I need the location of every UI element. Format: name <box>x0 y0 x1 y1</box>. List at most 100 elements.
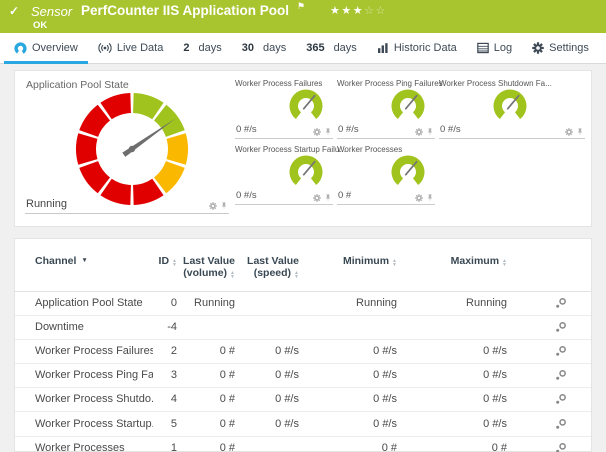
col-maximum[interactable]: Maximum▲▼ <box>397 239 507 292</box>
gear-icon[interactable] <box>313 128 321 136</box>
pin-icon[interactable] <box>426 128 434 136</box>
tab-label: Historic Data <box>394 42 457 54</box>
cell-minimum <box>299 316 397 340</box>
col-channel[interactable]: Channel▼ <box>15 239 153 292</box>
gear-icon[interactable] <box>565 128 573 136</box>
sort-desc-icon: ▼ <box>81 257 87 264</box>
cell-channel: Worker Process Startup... <box>15 412 153 436</box>
cell-maximum: 0 # <box>397 436 507 452</box>
tab-30-days[interactable]: 30 days <box>232 33 297 63</box>
sort-icon: ▲▼ <box>392 259 397 267</box>
small-gauge-value: 0 #/s <box>440 124 461 135</box>
broadcast-icon <box>98 42 112 54</box>
cell-id: -4 <box>153 316 177 340</box>
gear-icon[interactable] <box>415 194 423 202</box>
table-row: Worker Processes 1 0 # 0 # 0 # <box>15 436 591 452</box>
pin-icon[interactable] <box>324 194 332 202</box>
tab-label: days <box>263 42 286 54</box>
tab-2-days[interactable]: 2 days <box>173 33 231 63</box>
gauge-icon <box>14 42 27 55</box>
col-id[interactable]: ID▲▼ <box>153 239 177 292</box>
priority-flag-icon: ⚑ <box>297 1 305 12</box>
pin-icon[interactable] <box>576 128 584 136</box>
small-gauge-title: Worker Process Shutdown Fa... <box>439 77 585 88</box>
table-row: Worker Process Ping Fa... 3 0 # 0 #/s 0 … <box>15 364 591 388</box>
table-row: Worker Process Shutdo... 4 0 # 0 #/s 0 #… <box>15 388 591 412</box>
main-gauge-block: Application Pool State Running <box>23 77 231 220</box>
cell-id: 3 <box>153 364 177 388</box>
small-gauge-tile: Worker Process Failures 0 #/s <box>235 77 333 139</box>
tab-overview[interactable]: Overview <box>4 33 88 63</box>
cell-last-value-speed: 0 #/s <box>235 364 299 388</box>
main-gauge-title: Application Pool State <box>23 77 231 91</box>
channel-settings-icon[interactable] <box>555 418 567 430</box>
gear-icon[interactable] <box>209 202 217 210</box>
star-icon[interactable]: ☆ <box>364 5 375 17</box>
channel-settings-icon[interactable] <box>555 297 567 309</box>
tab-settings[interactable]: Settings <box>522 33 599 63</box>
cell-maximum: 0 #/s <box>397 412 507 436</box>
cell-id: 5 <box>153 412 177 436</box>
channel-table: Channel▼ ID▲▼ Last Value (volume)▲▼ Last… <box>15 239 591 452</box>
cell-id: 1 <box>153 436 177 452</box>
channel-table-panel: Channel▼ ID▲▼ Last Value (volume)▲▼ Last… <box>14 238 592 452</box>
small-gauge-tile: Worker Process Ping Failures 0 #/s <box>337 77 435 139</box>
cell-channel: Worker Process Ping Fa... <box>15 364 153 388</box>
col-last-value-speed[interactable]: Last Value (speed)▲▼ <box>235 239 299 292</box>
tab-number: 365 <box>306 42 324 54</box>
col-minimum[interactable]: Minimum▲▼ <box>299 239 397 292</box>
sort-icon: ▲▼ <box>502 259 507 267</box>
sensor-header: ✓ Sensor PerfCounter IIS Application Poo… <box>0 0 606 33</box>
cell-last-value-speed <box>235 436 299 452</box>
status-ok-check-icon: ✓ <box>9 4 19 18</box>
pin-icon[interactable] <box>426 194 434 202</box>
star-icon[interactable]: ★ <box>330 5 341 17</box>
small-gauge <box>492 88 528 124</box>
channel-settings-icon[interactable] <box>555 393 567 405</box>
tab-live-data[interactable]: Live Data <box>88 33 173 63</box>
bar-chart-icon <box>377 42 389 54</box>
gear-icon[interactable] <box>415 128 423 136</box>
cell-last-value-speed: 0 #/s <box>235 340 299 364</box>
sensor-title: PerfCounter IIS Application Pool <box>81 3 289 18</box>
overview-panel: Application Pool State Running Worker Pr… <box>14 70 592 227</box>
gear-icon <box>532 42 544 54</box>
star-icon[interactable]: ★ <box>353 5 364 17</box>
tab-365-days[interactable]: 365 days <box>296 33 367 63</box>
star-icon[interactable]: ☆ <box>376 5 387 17</box>
cell-maximum: 0 #/s <box>397 364 507 388</box>
tab-historic-data[interactable]: Historic Data <box>367 33 467 63</box>
cell-id: 4 <box>153 388 177 412</box>
small-gauge <box>288 154 324 190</box>
col-last-value-volume[interactable]: Last Value (volume)▲▼ <box>177 239 235 292</box>
tab-label: days <box>334 42 357 54</box>
sort-icon: ▲▼ <box>230 271 235 279</box>
channel-settings-icon[interactable] <box>555 442 567 452</box>
table-row: Worker Process Startup... 5 0 # 0 #/s 0 … <box>15 412 591 436</box>
pin-icon[interactable] <box>220 202 228 210</box>
cell-maximum <box>397 316 507 340</box>
log-table-icon <box>477 42 489 54</box>
status-badge: OK <box>33 20 47 31</box>
channel-settings-icon[interactable] <box>555 369 567 381</box>
cell-last-value-speed <box>235 292 299 316</box>
tab-bar: Overview Live Data 2 days 30 days 365 da… <box>0 33 606 64</box>
cell-last-value-speed: 0 #/s <box>235 388 299 412</box>
small-gauge-grid: Worker Process Failures 0 #/s Worker Pro… <box>235 77 585 220</box>
cell-maximum: Running <box>397 292 507 316</box>
small-gauge <box>390 88 426 124</box>
gear-icon[interactable] <box>313 194 321 202</box>
small-gauge-title: Worker Process Startup Failu... <box>235 143 333 154</box>
priority-stars[interactable]: ★★★☆☆ <box>330 4 387 17</box>
cell-id: 2 <box>153 340 177 364</box>
tab-log[interactable]: Log <box>467 33 522 63</box>
pin-icon[interactable] <box>324 128 332 136</box>
cell-channel: Application Pool State <box>15 292 153 316</box>
cell-minimum: 0 #/s <box>299 388 397 412</box>
tab-number: 30 <box>242 42 254 54</box>
star-icon[interactable]: ★ <box>341 5 352 17</box>
cell-last-value-volume <box>177 316 235 340</box>
channel-settings-icon[interactable] <box>555 321 567 333</box>
channel-settings-icon[interactable] <box>555 345 567 357</box>
cell-maximum: 0 #/s <box>397 340 507 364</box>
